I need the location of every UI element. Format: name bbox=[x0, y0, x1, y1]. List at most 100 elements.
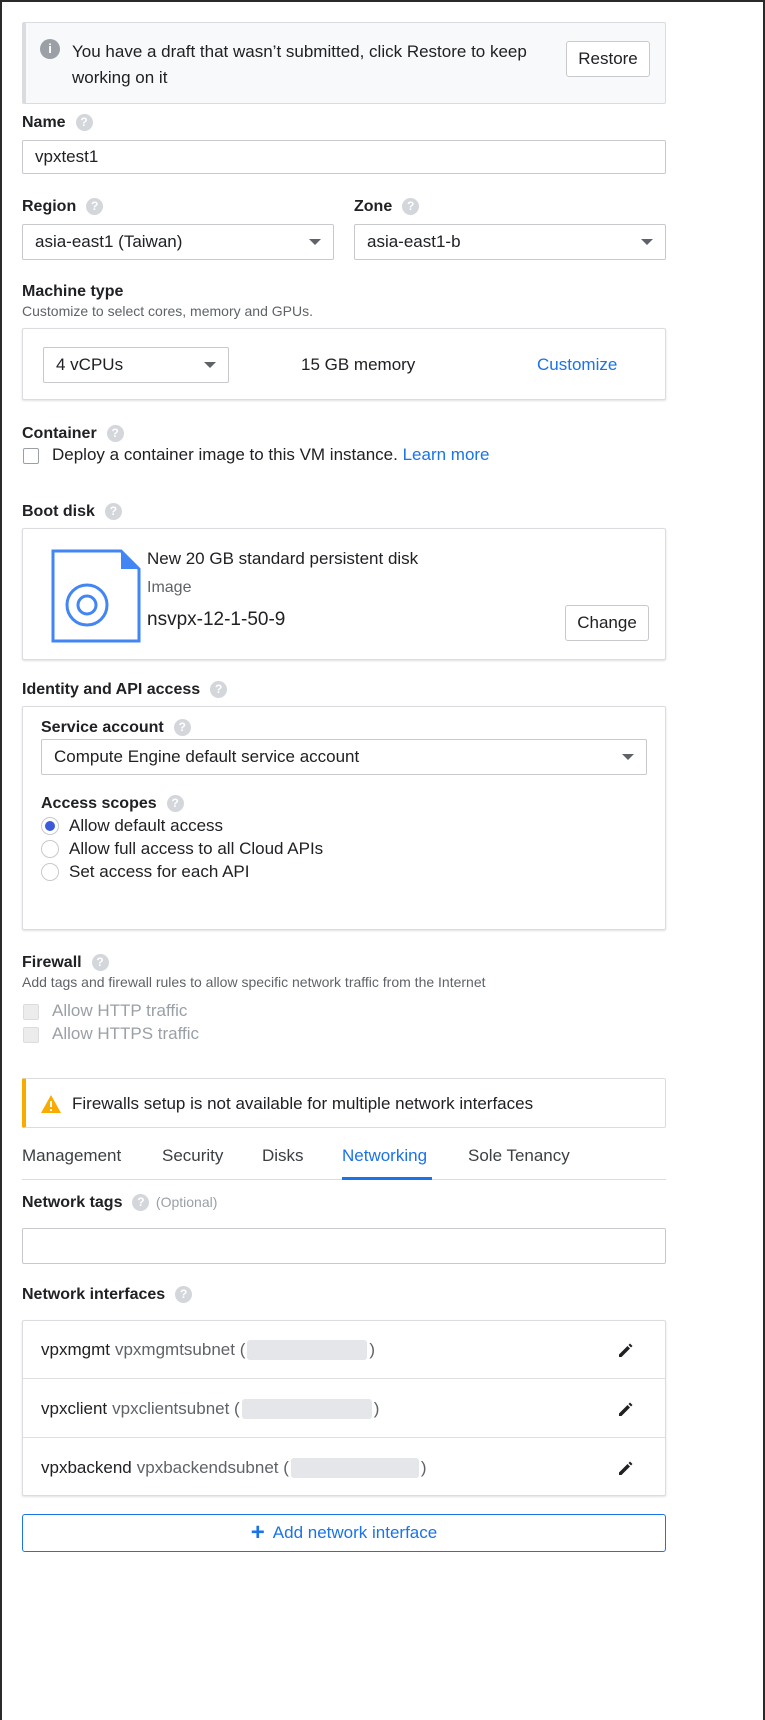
nic-subnet-close: ) bbox=[369, 1339, 376, 1359]
zone-select[interactable]: asia-east1-b bbox=[354, 224, 666, 260]
radio-button[interactable] bbox=[41, 863, 59, 881]
service-account-label-text: Service account bbox=[41, 719, 164, 736]
access-scopes-label: Access scopes? bbox=[41, 795, 184, 813]
tab-disks[interactable]: Disks bbox=[262, 1146, 304, 1166]
help-icon[interactable]: ? bbox=[132, 1194, 150, 1212]
help-icon[interactable]: ? bbox=[91, 954, 109, 972]
zone-select-value: asia-east1-b bbox=[367, 232, 461, 251]
help-icon[interactable]: ? bbox=[402, 198, 420, 216]
list-item[interactable]: vpxbackend vpxbackendsubnet ( ) bbox=[23, 1439, 665, 1497]
region-label-text: Region bbox=[22, 198, 77, 215]
network-interfaces-label: Network interfaces? bbox=[22, 1286, 193, 1304]
firewall-label: Firewall? bbox=[22, 954, 109, 972]
network-interfaces-label-text: Network interfaces bbox=[22, 1286, 166, 1303]
tab-sole-tenancy[interactable]: Sole Tenancy bbox=[468, 1146, 570, 1166]
container-checkbox-text: Deploy a container image to this VM inst… bbox=[52, 445, 398, 464]
info-icon: i bbox=[40, 39, 60, 59]
help-icon[interactable]: ? bbox=[104, 503, 122, 521]
http-checkbox[interactable] bbox=[23, 1004, 39, 1020]
firewall-warning-banner: Firewalls setup is not available for mul… bbox=[22, 1078, 666, 1128]
cores-select-value: 4 vCPUs bbox=[56, 355, 124, 374]
nic-subnet: vpxclientsubnet ( bbox=[112, 1398, 240, 1418]
name-label-text: Name bbox=[22, 114, 66, 131]
network-interfaces-list: vpxmgmt vpxmgmtsubnet ( ) vpxclient vpxc… bbox=[22, 1320, 666, 1496]
nic-subnet-close: ) bbox=[420, 1458, 427, 1477]
customize-link[interactable]: Customize bbox=[537, 355, 617, 375]
boot-disk-image-value: nsvpx-12-1-50-9 bbox=[147, 609, 286, 630]
restore-button[interactable]: Restore bbox=[566, 41, 650, 77]
chevron-down-icon bbox=[622, 754, 634, 760]
machine-type-card: 4 vCPUs 15 GB memory Customize bbox=[22, 328, 666, 400]
zone-label: Zone? bbox=[354, 198, 420, 216]
tab-security[interactable]: Security bbox=[162, 1146, 223, 1166]
network-tags-label-text: Network tags bbox=[22, 1194, 123, 1211]
identity-label-text: Identity and API access bbox=[22, 681, 201, 698]
scope-option[interactable]: Allow full access to all Cloud APIs bbox=[41, 839, 323, 859]
add-network-interface-label: Add network interface bbox=[272, 1523, 438, 1542]
redacted-ip bbox=[247, 1339, 368, 1360]
container-checkbox[interactable] bbox=[23, 448, 39, 464]
https-checkbox[interactable] bbox=[23, 1027, 39, 1043]
help-icon[interactable]: ? bbox=[166, 795, 184, 813]
pencil-icon[interactable] bbox=[617, 1459, 635, 1477]
name-input-value: vpxtest1 bbox=[35, 147, 99, 166]
network-tags-input[interactable] bbox=[22, 1228, 666, 1264]
radio-button[interactable] bbox=[41, 840, 59, 858]
boot-disk-label-text: Boot disk bbox=[22, 503, 95, 520]
chevron-down-icon bbox=[309, 239, 321, 245]
radio-button[interactable] bbox=[41, 817, 59, 835]
access-scopes-label-text: Access scopes bbox=[41, 795, 157, 812]
memory-text: 15 GB memory bbox=[301, 355, 416, 374]
help-icon[interactable]: ? bbox=[210, 681, 228, 699]
boot-disk-image-label: Image bbox=[147, 579, 192, 596]
list-item[interactable]: vpxmgmt vpxmgmtsubnet ( ) bbox=[23, 1321, 665, 1379]
container-checkbox-label: Deploy a container image to this VM inst… bbox=[52, 445, 490, 465]
https-checkbox-label: Allow HTTPS traffic bbox=[52, 1024, 200, 1043]
learn-more-link[interactable]: Learn more bbox=[403, 445, 490, 464]
help-icon[interactable]: ? bbox=[106, 425, 124, 443]
service-account-select[interactable]: Compute Engine default service account bbox=[41, 739, 647, 775]
container-label: Container? bbox=[22, 425, 124, 443]
warning-message: Firewalls setup is not available for mul… bbox=[72, 1094, 534, 1113]
list-item[interactable]: vpxclient vpxclientsubnet ( ) bbox=[23, 1380, 665, 1438]
machine-type-description: Customize to select cores, memory and GP… bbox=[22, 303, 313, 319]
region-select[interactable]: asia-east1 (Taiwan) bbox=[22, 224, 334, 260]
help-icon[interactable]: ? bbox=[75, 114, 93, 132]
scope-option-label: Allow full access to all Cloud APIs bbox=[69, 839, 324, 858]
name-input[interactable]: vpxtest1 bbox=[22, 140, 666, 174]
help-icon[interactable]: ? bbox=[86, 198, 104, 216]
network-tags-label: Network tags? (Optional) bbox=[22, 1194, 217, 1212]
container-label-text: Container bbox=[22, 425, 97, 442]
tab-management[interactable]: Management bbox=[22, 1146, 121, 1166]
scope-option[interactable]: Allow default access bbox=[41, 816, 223, 836]
tab-networking[interactable]: Networking bbox=[342, 1146, 427, 1166]
draft-message: You have a draft that wasn’t submitted, … bbox=[72, 42, 527, 87]
nic-name: vpxmgmt bbox=[41, 1339, 110, 1359]
boot-disk-label: Boot disk? bbox=[22, 503, 122, 521]
region-label: Region? bbox=[22, 198, 104, 216]
cores-select[interactable]: 4 vCPUs bbox=[43, 347, 229, 383]
name-label: Name? bbox=[22, 114, 93, 132]
machine-type-label: Machine type bbox=[22, 283, 124, 300]
add-network-interface-button[interactable]: + Add network interface bbox=[22, 1514, 666, 1552]
nic-name: vpxclient bbox=[41, 1398, 108, 1418]
firewall-label-text: Firewall bbox=[22, 954, 82, 971]
disk-icon bbox=[51, 549, 141, 643]
chevron-down-icon bbox=[204, 362, 216, 368]
service-account-value: Compute Engine default service account bbox=[54, 747, 360, 766]
help-icon[interactable]: ? bbox=[175, 1286, 193, 1304]
help-icon[interactable]: ? bbox=[173, 719, 191, 737]
draft-banner: i You have a draft that wasn’t submitted… bbox=[22, 22, 666, 104]
pencil-icon[interactable] bbox=[617, 1341, 635, 1359]
plus-icon: + bbox=[250, 1519, 265, 1546]
tab-bar: Management Security Disks Networking Sol… bbox=[22, 1146, 666, 1180]
redacted-ip bbox=[290, 1458, 419, 1478]
change-button[interactable]: Change bbox=[565, 605, 649, 641]
scope-option[interactable]: Set access for each API bbox=[41, 862, 249, 882]
service-account-label: Service account? bbox=[41, 719, 191, 737]
identity-label: Identity and API access? bbox=[22, 681, 228, 699]
nic-subnet: vpxmgmtsubnet ( bbox=[114, 1339, 246, 1359]
optional-hint: (Optional) bbox=[155, 1194, 218, 1210]
pencil-icon[interactable] bbox=[617, 1400, 635, 1418]
boot-disk-title: New 20 GB standard persistent disk bbox=[147, 549, 419, 568]
